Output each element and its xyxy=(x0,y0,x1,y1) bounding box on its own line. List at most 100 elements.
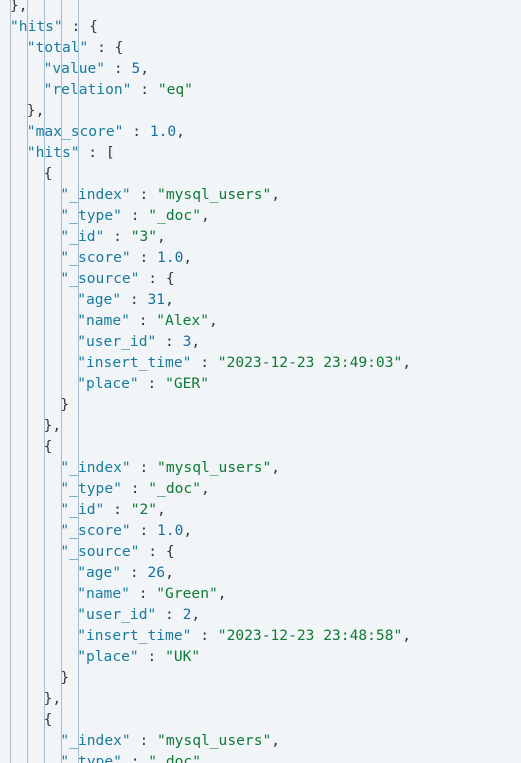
code-line[interactable]: "hits" : { xyxy=(0,16,521,37)
json-token-key: "name" xyxy=(77,312,130,329)
json-token-key: "name" xyxy=(77,585,130,602)
code-line[interactable]: "_score" : 1.0, xyxy=(0,247,521,268)
json-token-punc: , xyxy=(176,123,185,140)
json-token-punc: , xyxy=(402,627,412,644)
code-line[interactable]: "total" : { xyxy=(0,37,521,58)
json-code-body[interactable]: }, "hits" : {"total" : {"value" : 5, "rela… xyxy=(0,0,521,763)
code-line[interactable]: "max_score" : 1.0, xyxy=(0,121,521,142)
code-line[interactable]: "_index" : "mysql_users", xyxy=(0,730,521,751)
code-line[interactable]: "age" : 31, xyxy=(0,289,521,310)
code-line[interactable]: }, xyxy=(0,415,521,436)
json-token-key: "_source" xyxy=(60,543,140,560)
code-line[interactable]: "age" : 26, xyxy=(0,562,521,583)
code-line[interactable]: "_type" : "_doc", xyxy=(0,478,521,499)
json-token-key: "_type" xyxy=(60,207,122,224)
json-token-punc: , xyxy=(183,249,193,266)
json-token-punc: } xyxy=(60,669,70,686)
json-token-punc: , xyxy=(157,228,166,245)
json-token-key: "place" xyxy=(77,648,139,665)
json-token-key: "value" xyxy=(43,60,106,77)
json-token-punc: , xyxy=(183,522,193,539)
json-token-punc: , xyxy=(271,732,281,749)
json-token-punc: : xyxy=(131,81,158,98)
json-token-punc: : { xyxy=(62,18,98,35)
code-line[interactable]: "_id" : "2", xyxy=(0,499,521,520)
json-token-key: "_type" xyxy=(60,753,122,763)
json-token-str: "GER" xyxy=(165,375,209,392)
code-line[interactable]: "_source" : { xyxy=(0,541,521,562)
code-line[interactable]: "value" : 5, xyxy=(0,58,521,79)
json-token-punc: : xyxy=(104,501,131,518)
code-line[interactable]: "_score" : 1.0, xyxy=(0,520,521,541)
json-token-punc: : xyxy=(130,459,158,476)
json-token-key: "user_id" xyxy=(77,606,157,623)
json-token-punc: : xyxy=(156,333,183,350)
json-token-key: "user_id" xyxy=(77,333,157,350)
json-token-num: 26 xyxy=(147,564,166,581)
code-line[interactable]: } xyxy=(0,667,521,688)
code-line[interactable]: "_type" : "_doc", xyxy=(0,751,521,763)
json-token-punc: , xyxy=(200,207,210,224)
json-token-punc: , xyxy=(140,60,150,77)
code-line[interactable]: "name" : "Green", xyxy=(0,583,521,604)
json-token-punc: , xyxy=(402,354,412,371)
json-token-punc: : xyxy=(130,732,158,749)
json-token-punc: { xyxy=(43,165,53,182)
json-token-str: "Green" xyxy=(156,585,218,602)
json-token-punc: , xyxy=(200,480,210,497)
json-token-punc: }, xyxy=(10,0,28,14)
code-line[interactable]: "_type" : "_doc", xyxy=(0,205,521,226)
json-token-key: "age" xyxy=(77,564,122,581)
code-line[interactable]: "user_id" : 3, xyxy=(0,331,521,352)
code-line[interactable]: }, xyxy=(0,688,521,709)
code-line[interactable]: "hits" : [ xyxy=(0,142,521,163)
json-token-str: "_doc" xyxy=(148,753,201,763)
json-token-key: "_source" xyxy=(60,270,140,287)
code-line[interactable]: { xyxy=(0,436,521,457)
json-token-str: "mysql_users" xyxy=(157,459,272,476)
json-token-punc: : xyxy=(191,354,218,371)
json-token-key: "_index" xyxy=(60,732,131,749)
code-line[interactable]: { xyxy=(0,163,521,184)
json-token-str: "mysql_users" xyxy=(157,186,272,203)
json-token-punc: : xyxy=(130,249,158,266)
code-line[interactable]: "insert_time" : "2023-12-23 23:49:03", xyxy=(0,352,521,373)
code-line[interactable]: "place" : "UK" xyxy=(0,646,521,667)
code-line[interactable]: "_id" : "3", xyxy=(0,226,521,247)
json-token-punc: : xyxy=(191,627,218,644)
json-token-punc: : xyxy=(121,207,149,224)
json-token-num: 1.0 xyxy=(149,123,177,140)
code-line[interactable]: "place" : "GER" xyxy=(0,373,521,394)
json-token-punc: : xyxy=(123,123,150,140)
json-response-viewer[interactable]: }, "hits" : {"total" : {"value" : 5, "rela… xyxy=(0,0,521,763)
json-token-key: "age" xyxy=(77,291,122,308)
json-token-punc: , xyxy=(271,186,281,203)
code-line[interactable]: { xyxy=(0,709,521,730)
json-token-num: 1.0 xyxy=(157,249,184,266)
json-token-key: "hits" xyxy=(26,144,80,161)
json-token-key: "_id" xyxy=(60,228,105,245)
json-token-str: "2023-12-23 23:49:03" xyxy=(217,354,403,371)
code-line[interactable]: "_source" : { xyxy=(0,268,521,289)
json-token-key: "max_score" xyxy=(26,123,124,140)
code-line[interactable]: }, xyxy=(0,0,521,16)
json-token-punc: { xyxy=(43,438,53,455)
code-line[interactable]: } xyxy=(0,394,521,415)
code-line[interactable]: "relation" : "eq" xyxy=(0,79,521,100)
code-line[interactable]: "_index" : "mysql_users", xyxy=(0,184,521,205)
code-line[interactable]: }, xyxy=(0,100,521,121)
json-token-num: 1.0 xyxy=(157,522,184,539)
json-token-punc: , xyxy=(191,606,201,623)
code-line[interactable]: "insert_time" : "2023-12-23 23:48:58", xyxy=(0,625,521,646)
json-token-punc: : xyxy=(121,753,149,763)
code-line[interactable]: "name" : "Alex", xyxy=(0,310,521,331)
json-token-punc: , xyxy=(200,753,210,763)
json-token-punc: , xyxy=(157,501,166,518)
json-token-str: "2023-12-23 23:48:58" xyxy=(217,627,403,644)
code-line[interactable]: "user_id" : 2, xyxy=(0,604,521,625)
code-line[interactable]: "_index" : "mysql_users", xyxy=(0,457,521,478)
json-token-punc: , xyxy=(191,333,201,350)
json-token-key: "_type" xyxy=(60,480,122,497)
json-token-punc: : xyxy=(130,186,158,203)
json-token-punc: : [ xyxy=(79,144,115,161)
